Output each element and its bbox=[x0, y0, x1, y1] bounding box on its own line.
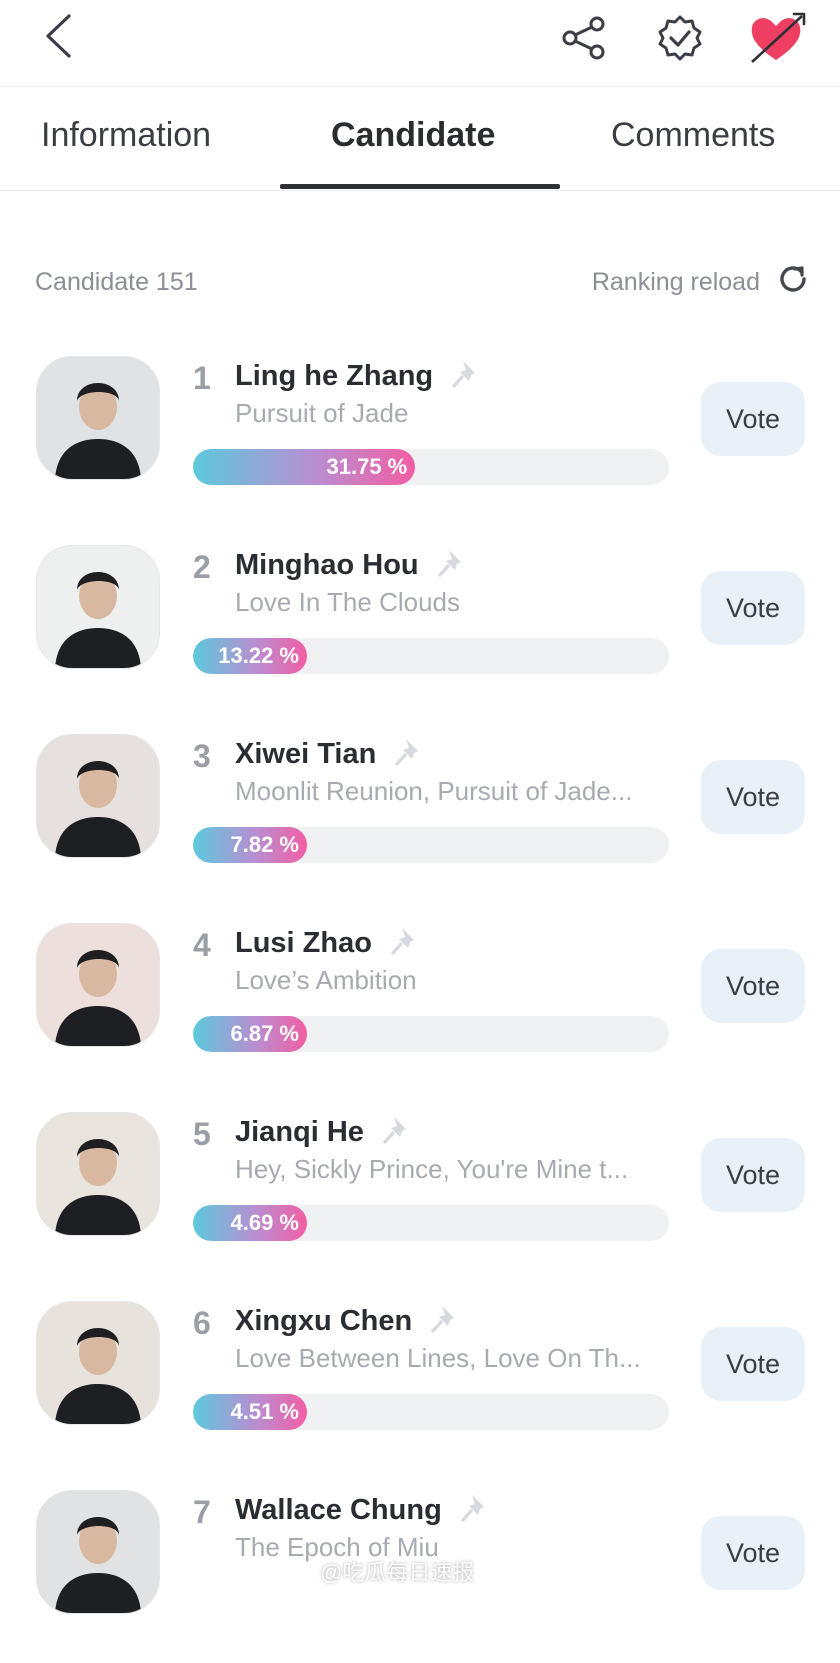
candidate-count: Candidate 151 bbox=[35, 268, 198, 296]
vote-share-percent: 4.51 % bbox=[230, 1399, 300, 1424]
candidate-works: Pursuit of Jade bbox=[235, 398, 409, 428]
candidate-name[interactable]: Jianqi He bbox=[235, 1116, 364, 1149]
avatar[interactable] bbox=[36, 923, 160, 1047]
verified-badge-icon[interactable] bbox=[652, 10, 708, 66]
rank-number: 1 bbox=[193, 360, 211, 396]
vote-button[interactable]: Vote bbox=[701, 382, 805, 456]
avatar[interactable] bbox=[36, 356, 160, 480]
vote-share-bar: 13.22 % bbox=[193, 638, 669, 674]
pin-icon[interactable] bbox=[392, 736, 426, 770]
vote-share-bar: 7.82 % bbox=[193, 827, 669, 863]
vote-button[interactable]: Vote bbox=[701, 1516, 805, 1590]
candidate-row: 5 Jianqi He Hey, Sickly Prince, You're M… bbox=[0, 1092, 840, 1285]
vote-share-fill: 6.87 % bbox=[193, 1016, 307, 1052]
pin-icon[interactable] bbox=[458, 1492, 492, 1526]
heart-arrow-icon[interactable] bbox=[746, 8, 810, 68]
candidate-row: 6 Xingxu Chen Love Between Lines, Love O… bbox=[0, 1281, 840, 1474]
vote-button[interactable]: Vote bbox=[701, 1138, 805, 1212]
candidate-name[interactable]: Minghao Hou bbox=[235, 549, 419, 582]
candidate-name[interactable]: Xiwei Tian bbox=[235, 738, 376, 771]
back-icon[interactable] bbox=[30, 8, 86, 64]
share-icon[interactable] bbox=[556, 10, 612, 66]
vote-share-percent: 4.69 % bbox=[230, 1210, 300, 1235]
vote-share-percent: 31.75 % bbox=[326, 454, 408, 479]
tab-candidate[interactable]: Candidate bbox=[331, 116, 495, 155]
candidate-name[interactable]: Ling he Zhang bbox=[235, 360, 433, 393]
reload-icon bbox=[776, 262, 810, 303]
vote-share-percent: 7.82 % bbox=[230, 832, 300, 857]
vote-button[interactable]: Vote bbox=[701, 1327, 805, 1401]
watermark: @吃瓜每日速报 bbox=[320, 1560, 475, 1585]
active-tab-indicator bbox=[280, 184, 560, 189]
vote-button[interactable]: Vote bbox=[701, 760, 805, 834]
candidate-name[interactable]: Lusi Zhao bbox=[235, 927, 372, 960]
candidate-works: Love In The Clouds bbox=[235, 587, 460, 617]
vote-share-bar: 4.69 % bbox=[193, 1205, 669, 1241]
candidate-row: 2 Minghao Hou Love In The Clouds 13.22 %… bbox=[0, 525, 840, 718]
candidate-name[interactable]: Wallace Chung bbox=[235, 1494, 442, 1527]
candidate-works: Hey, Sickly Prince, You're Mine t... bbox=[235, 1154, 629, 1184]
avatar[interactable] bbox=[36, 1301, 160, 1425]
rank-number: 7 bbox=[193, 1494, 211, 1530]
avatar[interactable] bbox=[36, 1490, 160, 1614]
vote-button[interactable]: Vote bbox=[701, 949, 805, 1023]
vote-share-fill: 13.22 % bbox=[193, 638, 307, 674]
tab-information[interactable]: Information bbox=[41, 116, 211, 155]
candidate-works: Love Between Lines, Love On Th... bbox=[235, 1343, 641, 1373]
tab-bar: Information Candidate Comments bbox=[0, 88, 840, 191]
candidate-works: Moonlit Reunion, Pursuit of Jade... bbox=[235, 776, 633, 806]
ranking-reload-button[interactable]: Ranking reload bbox=[592, 262, 810, 303]
rank-number: 5 bbox=[193, 1116, 211, 1152]
avatar[interactable] bbox=[36, 1112, 160, 1236]
vote-share-bar: 4.51 % bbox=[193, 1394, 669, 1430]
vote-button[interactable]: Vote bbox=[701, 571, 805, 645]
candidate-works: Love’s Ambition bbox=[235, 965, 417, 995]
candidate-name[interactable]: Xingxu Chen bbox=[235, 1305, 412, 1338]
vote-share-percent: 13.22 % bbox=[218, 643, 299, 668]
vote-share-percent: 6.87 % bbox=[230, 1021, 300, 1046]
vote-share-fill: 7.82 % bbox=[193, 827, 307, 863]
tab-comments[interactable]: Comments bbox=[611, 116, 775, 155]
avatar[interactable] bbox=[36, 734, 160, 858]
vote-share-fill: 4.51 % bbox=[193, 1394, 307, 1430]
vote-share-bar: 31.75 % bbox=[193, 449, 669, 485]
rank-number: 6 bbox=[193, 1305, 211, 1341]
pin-icon[interactable] bbox=[449, 358, 483, 392]
pin-icon[interactable] bbox=[435, 547, 469, 581]
pin-icon[interactable] bbox=[388, 925, 422, 959]
candidate-row: 4 Lusi Zhao Love’s Ambition 6.87 % Vote bbox=[0, 903, 840, 1096]
rank-number: 3 bbox=[193, 738, 211, 774]
pin-icon[interactable] bbox=[380, 1114, 414, 1148]
vote-share-fill: 31.75 % bbox=[193, 449, 416, 485]
avatar[interactable] bbox=[36, 545, 160, 669]
candidate-row: 3 Xiwei Tian Moonlit Reunion, Pursuit of… bbox=[0, 714, 840, 907]
ranking-reload-label: Ranking reload bbox=[591, 268, 760, 296]
candidate-row: 1 Ling he Zhang Pursuit of Jade 31.75 % … bbox=[0, 336, 840, 529]
top-bar bbox=[0, 0, 840, 87]
pin-icon[interactable] bbox=[428, 1303, 462, 1337]
rank-number: 2 bbox=[193, 549, 211, 585]
vote-share-bar: 6.87 % bbox=[193, 1016, 669, 1052]
rank-number: 4 bbox=[193, 927, 211, 963]
vote-share-fill: 4.69 % bbox=[193, 1205, 307, 1241]
